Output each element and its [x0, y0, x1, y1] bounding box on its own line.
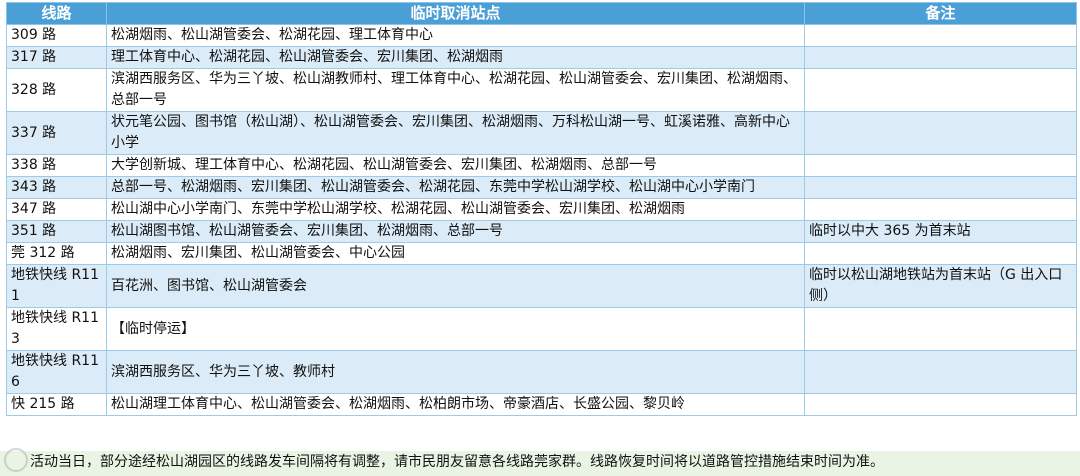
- cancelled-stops: 大学创新城、理工体育中心、松湖花园、松山湖管委会、宏川集团、松湖烟雨、总部一号: [106, 154, 805, 177]
- route-line: 快 215 路: [6, 393, 107, 416]
- table-row: 343 路 总部一号、松湖烟雨、宏川集团、松山湖管委会、松湖花园、东莞中学松山湖…: [6, 176, 1077, 199]
- cancelled-stops: 松山湖图书馆、松山湖管委会、宏川集团、松湖烟雨、总部一号: [106, 220, 805, 243]
- table-row: 328 路 滨湖西服务区、华为三丫坡、松山湖教师村、理工体育中心、松湖花园、松山…: [6, 68, 1077, 112]
- route-line: 351 路: [6, 220, 107, 243]
- route-line: 地铁快线 R113: [6, 307, 107, 351]
- route-line: 317 路: [6, 46, 107, 69]
- cancelled-stops: 滨湖西服务区、华为三丫坡、松山湖教师村、理工体育中心、松湖花园、松山湖管委会、宏…: [106, 68, 805, 112]
- table-row: 347 路 松山湖中心小学南门、东莞中学松山湖学校、松湖花园、松山湖管委会、宏川…: [6, 198, 1077, 221]
- route-line: 328 路: [6, 68, 107, 112]
- cancelled-stops: 松山湖理工体育中心、松山湖管委会、松湖烟雨、松柏朗市场、帝豪酒店、长盛公园、黎贝…: [106, 393, 805, 416]
- cancelled-stops: 松湖烟雨、松山湖管委会、松湖花园、理工体育中心: [106, 24, 805, 47]
- remark: [804, 111, 1077, 155]
- header-cancelled-stops: 临时取消站点: [106, 2, 805, 25]
- table-row: 317 路 理工体育中心、松湖花园、松山湖管委会、宏川集团、松湖烟雨: [6, 46, 1077, 69]
- remark: [804, 154, 1077, 177]
- table-header-row: 线路 临时取消站点 备注: [6, 2, 1077, 25]
- header-remarks: 备注: [804, 2, 1077, 25]
- cancelled-stops: 百花洲、图书馆、松山湖管委会: [106, 264, 805, 308]
- header-line: 线路: [6, 2, 107, 25]
- route-table: 线路 临时取消站点 备注 309 路 松湖烟雨、松山湖管委会、松湖花园、理工体育…: [6, 2, 1077, 416]
- remark: [804, 46, 1077, 69]
- route-line: 343 路: [6, 176, 107, 199]
- table-row: 309 路 松湖烟雨、松山湖管委会、松湖花园、理工体育中心: [6, 24, 1077, 47]
- cancelled-stops: 【临时停运】: [106, 307, 805, 351]
- remark: [804, 68, 1077, 112]
- route-line: 地铁快线 R111: [6, 264, 107, 308]
- table-row: 351 路 松山湖图书馆、松山湖管委会、宏川集团、松湖烟雨、总部一号 临时以中大…: [6, 220, 1077, 243]
- remark: [804, 242, 1077, 265]
- cancelled-stops: 状元笔公园、图书馆（松山湖）、松山湖管委会、宏川集团、松湖烟雨、万科松山湖一号、…: [106, 111, 805, 155]
- table-row: 337 路 状元笔公园、图书馆（松山湖）、松山湖管委会、宏川集团、松湖烟雨、万科…: [6, 111, 1077, 155]
- table-row: 地铁快线 R116 滨湖西服务区、华为三丫坡、教师村: [6, 350, 1077, 394]
- route-line: 莞 312 路: [6, 242, 107, 265]
- table-row: 快 215 路 松山湖理工体育中心、松山湖管委会、松湖烟雨、松柏朗市场、帝豪酒店…: [6, 393, 1077, 416]
- watermark-logo-icon: [4, 448, 28, 472]
- remark: [804, 176, 1077, 199]
- table-row: 338 路 大学创新城、理工体育中心、松湖花园、松山湖管委会、宏川集团、松湖烟雨…: [6, 154, 1077, 177]
- table-row: 地铁快线 R113 【临时停运】: [6, 307, 1077, 351]
- route-line: 338 路: [6, 154, 107, 177]
- remark: [804, 393, 1077, 416]
- route-line: 地铁快线 R116: [6, 350, 107, 394]
- remark: [804, 198, 1077, 221]
- route-line: 337 路: [6, 111, 107, 155]
- footer-notice: 活动当日，部分途经松山湖园区的线路发车间隔将有调整，请市民朋友留意各线路莞家群。…: [0, 451, 1080, 476]
- cancelled-stops: 总部一号、松湖烟雨、宏川集团、松山湖管委会、松湖花园、东莞中学松山湖学校、松山湖…: [106, 176, 805, 199]
- cancelled-stops: 理工体育中心、松湖花园、松山湖管委会、宏川集团、松湖烟雨: [106, 46, 805, 69]
- table-row: 莞 312 路 松湖烟雨、宏川集团、松山湖管委会、中心公园: [6, 242, 1077, 265]
- remark: 临时以中大 365 为首末站: [804, 220, 1077, 243]
- remark: 临时以松山湖地铁站为首末站（G 出入口侧）: [804, 264, 1077, 308]
- remark: [804, 24, 1077, 47]
- route-line: 347 路: [6, 198, 107, 221]
- cancelled-stops: 松湖烟雨、宏川集团、松山湖管委会、中心公园: [106, 242, 805, 265]
- remark: [804, 307, 1077, 351]
- table-row: 地铁快线 R111 百花洲、图书馆、松山湖管委会 临时以松山湖地铁站为首末站（G…: [6, 264, 1077, 308]
- route-line: 309 路: [6, 24, 107, 47]
- cancelled-stops: 松山湖中心小学南门、东莞中学松山湖学校、松湖花园、松山湖管委会、宏川集团、松湖烟…: [106, 198, 805, 221]
- watermark: [0, 446, 120, 474]
- remark: [804, 350, 1077, 394]
- cancelled-stops: 滨湖西服务区、华为三丫坡、教师村: [106, 350, 805, 394]
